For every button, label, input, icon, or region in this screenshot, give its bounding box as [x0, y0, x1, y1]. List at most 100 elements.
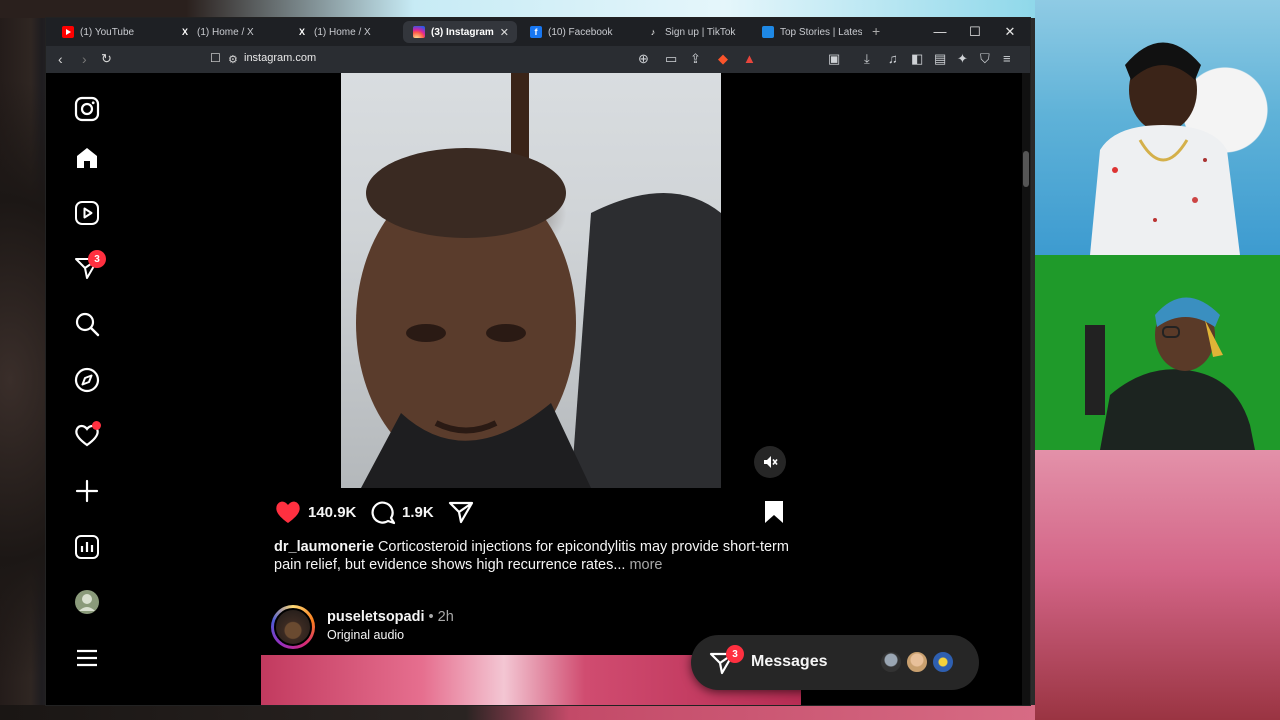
tab-x-2[interactable]: X (1) Home / X [286, 21, 398, 43]
post-video[interactable] [261, 73, 801, 488]
tiktok-icon [647, 26, 659, 38]
brave-shield-icon[interactable]: ◆ [718, 51, 728, 67]
zoom-icon[interactable]: ⊕ [638, 51, 649, 67]
stream-background-right-bottom [1035, 450, 1280, 720]
tab-top-stories[interactable]: Top Stories | Lates [752, 21, 862, 43]
page-scrollbar[interactable] [1022, 73, 1030, 705]
facebook-icon: f [530, 26, 542, 38]
close-window-button[interactable]: ✕ [1002, 24, 1018, 40]
tab-facebook[interactable]: f (10) Facebook [520, 21, 632, 43]
instagram-page: 3 140.9K 1.9K dr_laumonerie Corticostero… [46, 73, 1022, 705]
caption-more-link[interactable]: more [629, 557, 662, 573]
scrollbar-thumb[interactable] [1023, 151, 1029, 187]
message-avatar-1 [879, 650, 903, 674]
instagram-icon [413, 26, 425, 38]
tab-label: (10) Facebook [548, 26, 613, 38]
explore-icon[interactable] [73, 366, 101, 394]
cast-icon[interactable]: ▭ [665, 51, 677, 67]
share-icon[interactable]: ⇪ [690, 51, 701, 67]
artist-photo [1090, 42, 1240, 255]
instagram-logo-icon[interactable] [73, 95, 101, 123]
comment-button[interactable]: 1.9K [370, 499, 434, 525]
stream-background-top [0, 0, 1035, 18]
avatar [274, 608, 312, 646]
address-bar: ‹ › ↻ ☐ ⚙ instagram.com ⊕ ▭ ⇪ ◆ ▲ ▣ ⤓ ♫ … [46, 46, 1030, 73]
new-tab-button[interactable]: + [872, 23, 880, 39]
more-menu-icon[interactable] [73, 644, 101, 672]
stream-background-bottom [0, 705, 1035, 720]
share-direct-icon [448, 501, 474, 524]
comment-count: 1.9K [402, 503, 434, 521]
next-post-username[interactable]: puseletsopadi [327, 609, 425, 625]
story-ring-avatar[interactable] [271, 605, 315, 649]
tab-label: (1) Home / X [314, 26, 371, 38]
sidebar-icon[interactable]: ◧ [911, 51, 923, 67]
reels-icon[interactable] [73, 199, 101, 227]
save-button[interactable] [762, 499, 786, 525]
messages-label: Messages [751, 653, 828, 670]
maximize-button[interactable]: ☐ [967, 24, 983, 40]
heart-filled-icon [276, 501, 300, 523]
bookmark-icon[interactable]: ☐ [210, 51, 221, 65]
bookmark-filled-icon [765, 501, 783, 523]
search-icon[interactable] [73, 310, 101, 338]
direct-messages-icon[interactable]: 3 [73, 250, 106, 282]
create-icon[interactable] [73, 477, 101, 505]
speaker-muted-icon [764, 456, 778, 468]
message-avatar-2 [905, 650, 929, 674]
video-still [356, 73, 721, 488]
site-info-icon[interactable]: ⚙ [228, 53, 238, 66]
video-frame [341, 73, 721, 488]
url-field[interactable]: instagram.com [244, 52, 316, 64]
wallet-icon[interactable]: ▤ [934, 51, 946, 67]
brave-rewards-icon[interactable]: ▲ [743, 51, 756, 66]
close-tab-icon[interactable]: ✕ [500, 26, 509, 39]
vpn-icon[interactable]: ⛉ [980, 51, 990, 67]
dashboard-icon[interactable] [73, 533, 101, 561]
youtube-icon [62, 26, 74, 38]
tab-tiktok[interactable]: Sign up | TikTok [637, 21, 749, 43]
tab-label: Sign up | TikTok [665, 26, 736, 38]
x-icon: X [298, 27, 305, 37]
screenshot-icon[interactable]: ▣ [828, 51, 840, 67]
like-count: 140.9K [308, 503, 357, 521]
post-caption: dr_laumonerie Corticosteroid injections … [274, 538, 794, 574]
news-icon [762, 26, 774, 38]
instagram-sidebar: 3 [46, 73, 130, 705]
next-post-time: • 2h [424, 609, 454, 625]
notification-dot [92, 421, 101, 430]
tab-instagram[interactable]: (3) Instagram ✕ [403, 21, 517, 43]
leo-ai-icon[interactable]: ✦ [957, 51, 968, 67]
tab-youtube[interactable]: (1) YouTube [52, 21, 164, 43]
home-icon[interactable] [73, 144, 101, 172]
browser-window: (1) YouTube X (1) Home / X X (1) Home / … [46, 18, 1030, 705]
comment-icon [371, 501, 396, 525]
notifications-heart-icon[interactable] [73, 421, 101, 449]
download-icon[interactable]: ⤓ [864, 51, 870, 67]
tab-bar: (1) YouTube X (1) Home / X X (1) Home / … [46, 18, 1030, 46]
messages-badge: 3 [88, 250, 106, 268]
profile-avatar[interactable] [73, 588, 101, 616]
back-button[interactable]: ‹ [58, 51, 63, 67]
tab-x-1[interactable]: X (1) Home / X [169, 21, 281, 43]
messages-bar-badge: 3 [726, 645, 744, 663]
next-post-header: puseletsopadi • 2h Original audio [271, 605, 771, 651]
next-post-author[interactable]: puseletsopadi • 2h [327, 609, 454, 625]
share-button[interactable] [448, 499, 474, 525]
messages-bar[interactable]: 3 Messages [691, 635, 979, 690]
reload-button[interactable]: ↻ [101, 51, 112, 67]
webcam-streamer [1085, 297, 1255, 450]
tab-label: (3) Instagram [431, 26, 494, 38]
tab-label: Top Stories | Lates [780, 26, 862, 38]
next-post-audio[interactable]: Original audio [327, 628, 404, 642]
caption-username[interactable]: dr_laumonerie [274, 539, 374, 555]
tab-label: (1) YouTube [80, 26, 135, 38]
message-avatar-3 [931, 650, 955, 674]
forward-button[interactable]: › [82, 51, 87, 67]
mute-button[interactable] [754, 446, 786, 478]
like-button[interactable]: 140.9K [274, 499, 356, 525]
menu-icon[interactable]: ≡ [1003, 51, 1011, 66]
minimize-button[interactable]: — [932, 24, 948, 39]
post-actions: 140.9K 1.9K [274, 499, 794, 529]
music-icon[interactable]: ♫ [888, 51, 898, 66]
